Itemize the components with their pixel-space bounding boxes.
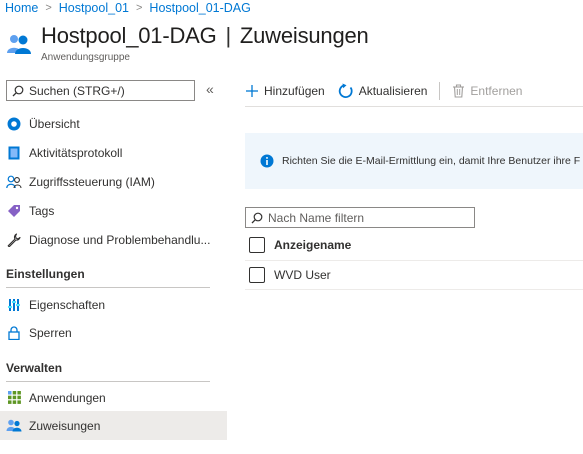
table-cell-display-name: WVD User [274, 268, 331, 282]
assignments-icon [6, 418, 22, 434]
add-button[interactable]: Hinzufügen [245, 84, 325, 98]
sidebar-item-label: Übersicht [29, 116, 80, 131]
sidebar-item-properties[interactable]: Eigenschaften [0, 290, 227, 319]
breadcrumb: Home > Hostpool_01 > Hostpool_01-DAG [5, 0, 251, 16]
command-bar: Hinzufügen Aktualisieren Entfernen [245, 80, 522, 102]
page-title: Hostpool_01-DAG | Zuweisungen [41, 23, 369, 49]
sidebar-item-diagnose[interactable]: Diagnose und Problembehandlu... [0, 225, 227, 254]
select-all-checkbox[interactable] [249, 237, 265, 253]
table-row[interactable]: WVD User [249, 261, 583, 289]
sidebar-item-label: Eigenschaften [29, 297, 106, 312]
application-group-icon [7, 35, 31, 54]
refresh-button-label: Aktualisieren [358, 84, 428, 98]
section-divider [6, 381, 210, 382]
sidebar-item-activity-log[interactable]: Aktivitätsprotokoll [0, 138, 227, 167]
search-placeholder: Suchen (STRG+/) [29, 83, 125, 98]
info-icon [260, 154, 274, 168]
remove-button[interactable]: Entfernen [452, 84, 522, 98]
chevron-right-icon: > [135, 2, 143, 14]
sidebar-item-label: Diagnose und Problembehandlu... [29, 232, 211, 247]
people-icon [6, 174, 22, 190]
row-checkbox[interactable] [249, 267, 265, 283]
sidebar-item-overview[interactable]: Übersicht [0, 109, 227, 138]
toolbar-divider-line [245, 106, 583, 107]
plus-icon [246, 85, 258, 97]
name-filter-input[interactable]: Nach Name filtern [245, 207, 475, 228]
apps-grid-icon [6, 390, 22, 406]
search-icon [251, 212, 263, 223]
sidebar-item-label: Aktivitätsprotokoll [29, 145, 123, 160]
breadcrumb-home[interactable]: Home [5, 1, 38, 15]
trash-icon [453, 84, 465, 98]
wrench-icon [6, 232, 22, 248]
section-name: Zuweisungen [239, 23, 369, 48]
tag-icon [6, 203, 22, 219]
chevron-right-icon: > [45, 2, 52, 14]
title-separator: | [225, 23, 231, 48]
page-subtitle: Anwendungsgruppe [41, 52, 130, 63]
refresh-icon [338, 83, 353, 98]
refresh-button[interactable]: Aktualisieren [338, 83, 428, 99]
table-row-divider [245, 289, 583, 290]
sidebar-item-label: Zugriffssteuerung (IAM) [29, 174, 155, 189]
sidebar-item-tags[interactable]: Tags [0, 196, 227, 225]
activity-log-icon [6, 145, 22, 161]
info-banner-text: Richten Sie die E-Mail-Ermittlung ein, d… [282, 155, 581, 167]
sidebar-item-label: Anwendungen [29, 390, 106, 405]
sidebar-item-locks[interactable]: Sperren [0, 318, 227, 347]
breadcrumb-hostpool[interactable]: Hostpool_01 [59, 1, 129, 15]
table-header: Anzeigename [249, 231, 583, 259]
section-title-settings: Einstellungen [6, 267, 85, 281]
overview-icon [6, 116, 22, 132]
column-header-display-name[interactable]: Anzeigename [274, 238, 351, 252]
toolbar-divider [439, 82, 441, 100]
sidebar-item-iam[interactable]: Zugriffssteuerung (IAM) [0, 167, 227, 196]
section-divider [6, 287, 210, 288]
breadcrumb-app-group[interactable]: Hostpool_01-DAG [149, 1, 250, 15]
properties-icon [6, 297, 22, 313]
info-banner: Richten Sie die E-Mail-Ermittlung ein, d… [245, 133, 583, 189]
section-title-manage: Verwalten [6, 361, 63, 375]
add-button-label: Hinzufügen [264, 84, 325, 98]
remove-button-label: Entfernen [470, 84, 523, 98]
collapse-sidebar-button[interactable]: « [206, 81, 214, 97]
sidebar-item-applications[interactable]: Anwendungen [0, 383, 227, 412]
search-icon [12, 85, 24, 96]
sidebar-item-label: Zuweisungen [29, 418, 101, 433]
sidebar-search-input[interactable]: Suchen (STRG+/) [6, 80, 195, 101]
sidebar-item-assignments[interactable]: Zuweisungen [0, 411, 227, 440]
sidebar-item-label: Tags [29, 203, 55, 218]
resource-name: Hostpool_01-DAG [41, 23, 217, 48]
lock-icon [6, 325, 22, 341]
filter-placeholder: Nach Name filtern [268, 210, 365, 225]
sidebar-item-label: Sperren [29, 325, 72, 340]
